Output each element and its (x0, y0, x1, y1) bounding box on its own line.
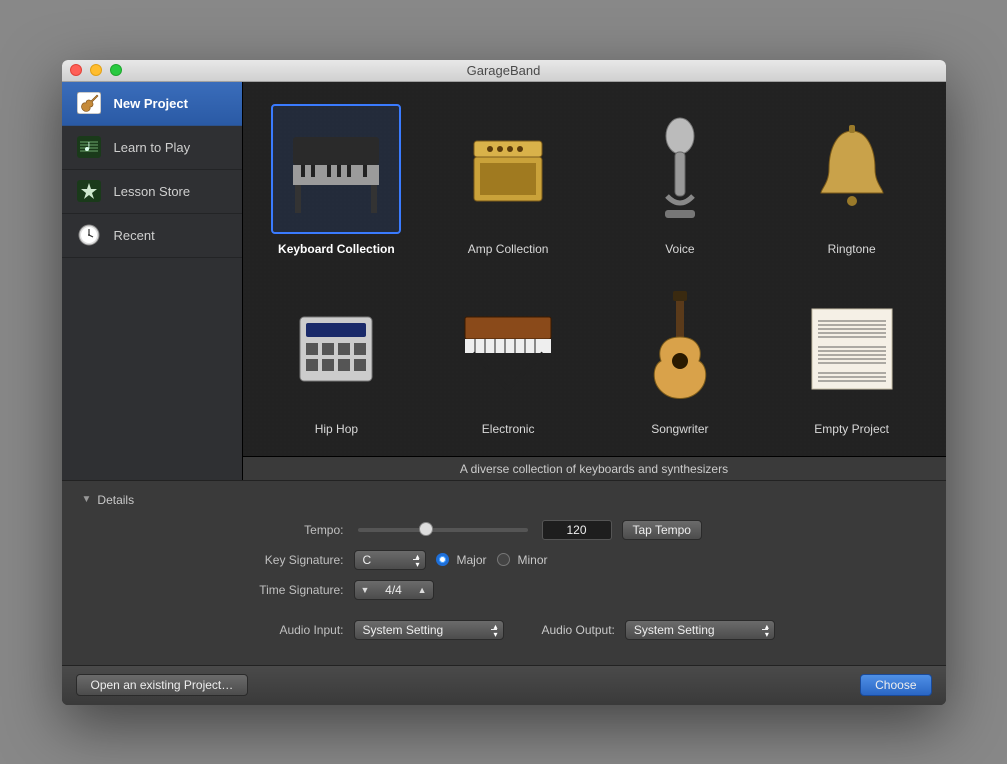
audio-input-select[interactable]: System Setting ▴▾ (354, 620, 504, 640)
major-radio[interactable]: Major (436, 553, 487, 567)
tap-tempo-button[interactable]: Tap Tempo (622, 520, 702, 540)
radio-icon (497, 553, 510, 566)
sidebar-item-lesson-store[interactable]: Lesson Store (62, 170, 242, 214)
choose-button[interactable]: Choose (860, 674, 931, 696)
time-signature-stepper[interactable]: ▼ 4/4 ▲ (354, 580, 434, 600)
tempo-label: Tempo: (82, 523, 344, 537)
main-panel: Keyboard Collection Amp Collection (242, 82, 946, 480)
radio-icon (436, 553, 449, 566)
clock-icon (76, 224, 102, 246)
close-button[interactable] (70, 64, 82, 76)
details-label: Details (97, 493, 134, 507)
template-label: Hip Hop (315, 422, 358, 436)
major-label: Major (457, 553, 487, 567)
template-label: Empty Project (814, 422, 889, 436)
tempo-slider-knob[interactable] (419, 522, 433, 536)
sidebar-item-new-project[interactable]: New Project (62, 82, 242, 126)
template-label: Electronic (482, 422, 535, 436)
audio-output-label: Audio Output: (542, 623, 615, 637)
stepper-down-icon[interactable]: ▼ (361, 585, 370, 595)
guitar-icon (76, 92, 102, 114)
template-label: Songwriter (651, 422, 708, 436)
garageband-new-project-window: GarageBand New Project (62, 60, 946, 705)
tempo-row: Tempo: Tap Tempo (82, 519, 926, 541)
key-signature-row: Key Signature: C ▴▾ Major Minor (82, 549, 926, 571)
details-disclosure[interactable]: ▼ Details (82, 493, 926, 507)
open-existing-button[interactable]: Open an existing Project… (76, 674, 249, 696)
time-signature-value: 4/4 (385, 583, 402, 597)
template-ringtone[interactable]: Ringtone (766, 104, 938, 256)
sidebar-item-label: Lesson Store (114, 184, 191, 199)
microphone-icon (615, 104, 745, 234)
star-icon (76, 180, 102, 202)
drum-machine-icon (271, 284, 401, 414)
template-label: Keyboard Collection (278, 242, 395, 256)
audio-input-value: System Setting (363, 623, 444, 637)
template-label: Ringtone (828, 242, 876, 256)
sidebar-item-learn-to-play[interactable]: Learn to Play (62, 126, 242, 170)
key-signature-value: C (363, 553, 372, 567)
audio-output-select[interactable]: System Setting ▴▾ (625, 620, 775, 640)
template-description: A diverse collection of keyboards and sy… (242, 456, 946, 480)
synth-icon (443, 284, 573, 414)
template-label: Voice (665, 242, 694, 256)
tempo-slider[interactable] (358, 528, 528, 532)
template-electronic[interactable]: Electronic (422, 284, 594, 436)
sidebar-item-label: Recent (114, 228, 155, 243)
sidebar-item-recent[interactable]: Recent (62, 214, 242, 258)
minor-label: Minor (518, 553, 548, 567)
traffic-lights (70, 64, 122, 76)
window-titlebar: GarageBand (62, 60, 946, 82)
bell-icon (787, 104, 917, 234)
sidebar-item-label: New Project (114, 96, 188, 111)
updown-icon: ▴▾ (493, 623, 497, 639)
audio-input-label: Audio Input: (82, 623, 344, 637)
key-signature-select[interactable]: C ▴▾ (354, 550, 426, 570)
key-signature-label: Key Signature: (82, 553, 344, 567)
sheet-music-icon (76, 136, 102, 158)
template-keyboard-collection[interactable]: Keyboard Collection (251, 104, 423, 256)
updown-icon: ▴▾ (765, 623, 769, 639)
sidebar-item-label: Learn to Play (114, 140, 191, 155)
template-hip-hop[interactable]: Hip Hop (251, 284, 423, 436)
sidebar: New Project Learn to Play (62, 82, 242, 480)
template-voice[interactable]: Voice (594, 104, 766, 256)
minor-radio[interactable]: Minor (497, 553, 548, 567)
acoustic-guitar-icon (615, 284, 745, 414)
footer: Open an existing Project… Choose (62, 665, 946, 705)
stepper-up-icon[interactable]: ▲ (418, 585, 427, 595)
updown-icon: ▴▾ (415, 553, 419, 569)
tempo-field[interactable] (542, 520, 612, 540)
time-signature-row: Time Signature: ▼ 4/4 ▲ (82, 579, 926, 601)
template-songwriter[interactable]: Songwriter (594, 284, 766, 436)
blank-staves-icon (787, 284, 917, 414)
template-amp-collection[interactable]: Amp Collection (422, 104, 594, 256)
zoom-button[interactable] (110, 64, 122, 76)
content-area: New Project Learn to Play (62, 82, 946, 480)
window-title: GarageBand (62, 63, 946, 78)
minimize-button[interactable] (90, 64, 102, 76)
audio-output-value: System Setting (634, 623, 715, 637)
disclosure-triangle-icon: ▼ (82, 494, 92, 505)
template-label: Amp Collection (468, 242, 549, 256)
time-signature-label: Time Signature: (82, 583, 344, 597)
keyboard-icon (271, 104, 401, 234)
template-grid: Keyboard Collection Amp Collection (242, 82, 946, 456)
amp-icon (443, 104, 573, 234)
template-empty-project[interactable]: Empty Project (766, 284, 938, 436)
details-panel: ▼ Details Tempo: Tap Tempo Key Signature… (62, 480, 946, 665)
audio-io-row: Audio Input: System Setting ▴▾ Audio Out… (82, 619, 926, 641)
